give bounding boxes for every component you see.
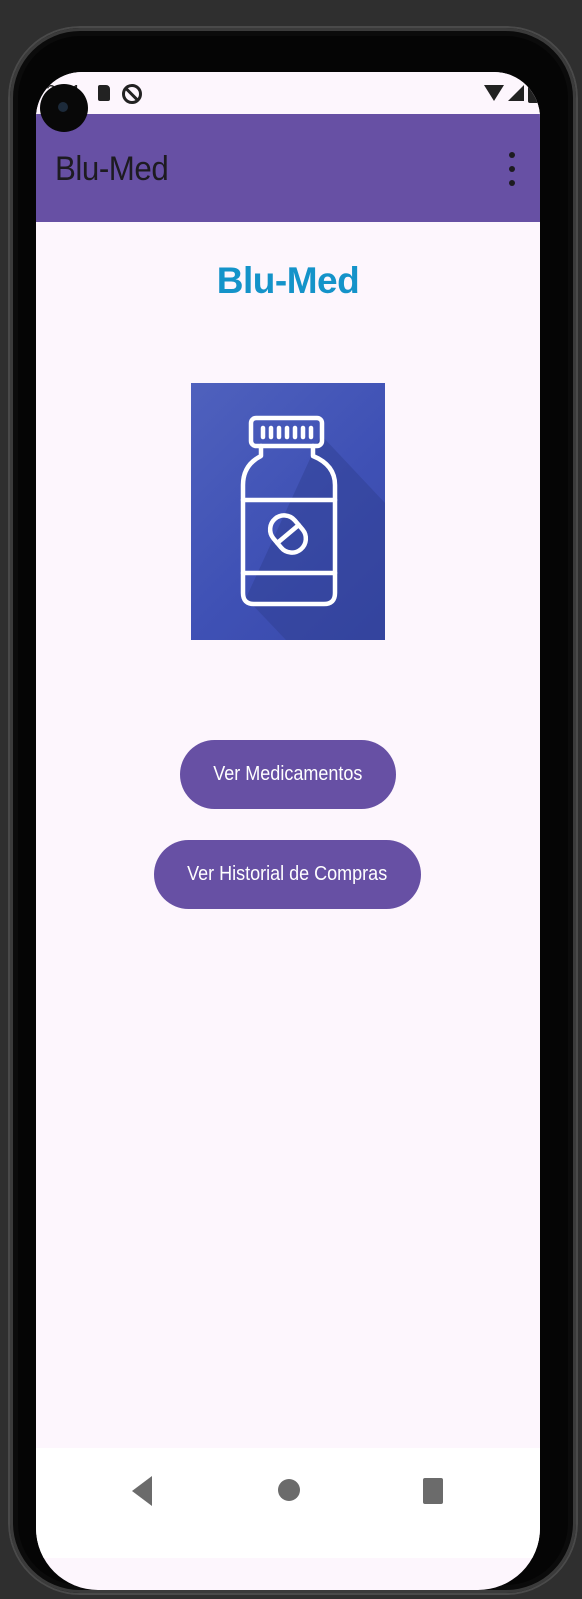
status-bar: 3:21 [36, 72, 540, 114]
view-purchase-history-label: Ver Historial de Compras [187, 863, 388, 885]
sd-card-icon [98, 85, 110, 101]
back-triangle-icon[interactable] [132, 1476, 152, 1506]
front-camera-cutout [40, 84, 88, 132]
cell-signal-icon [508, 85, 524, 101]
system-navigation-bar [36, 1448, 540, 1558]
view-purchase-history-button[interactable]: Ver Historial de Compras [154, 840, 421, 909]
menu-dot [509, 180, 515, 186]
medicine-bottle-graphic [240, 415, 385, 640]
app-screen: 3:21 Blu-Med Blu-Med [36, 72, 540, 1590]
medicine-bottle-icon [191, 383, 385, 640]
battery-icon [528, 83, 540, 103]
do-not-disturb-icon [122, 84, 142, 104]
recents-square-icon[interactable] [423, 1478, 443, 1504]
home-circle-icon[interactable] [278, 1479, 300, 1501]
menu-dot [509, 166, 515, 172]
view-medications-button[interactable]: Ver Medicamentos [180, 740, 396, 809]
app-bar-title: Blu-Med [55, 150, 169, 188]
more-vert-icon[interactable] [502, 152, 522, 186]
status-indicators [484, 82, 540, 104]
app-bar: Blu-Med [36, 114, 540, 222]
menu-dot [509, 152, 515, 158]
wifi-icon [484, 85, 504, 101]
page-title: Blu-Med [216, 260, 360, 301]
view-medications-label: Ver Medicamentos [213, 763, 363, 785]
